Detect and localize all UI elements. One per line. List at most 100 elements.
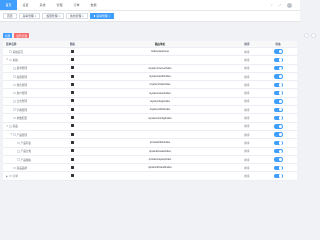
- topnav-item[interactable]: 数据: [85, 0, 102, 10]
- topnav-item[interactable]: 设置: [17, 0, 34, 10]
- row-checkbox[interactable]: [9, 50, 12, 53]
- topnav-item[interactable]: 首页: [0, 0, 17, 10]
- row-checkbox[interactable]: [13, 133, 16, 136]
- path-cell: /system/log/index: [149, 99, 171, 103]
- refresh-icon[interactable]: [311, 33, 316, 38]
- status-switch[interactable]: [273, 165, 283, 170]
- status-switch[interactable]: [273, 149, 283, 154]
- header-name: 菜单名称: [6, 43, 17, 46]
- status-switch[interactable]: [273, 173, 283, 179]
- path-cell: /system/dict/index: [149, 108, 171, 112]
- right-toolbar: [304, 33, 316, 38]
- table-row[interactable]: 权限管理/system/auth/index 排序: [3, 73, 297, 82]
- table-row[interactable]: ▼ 商品 排序: [3, 123, 297, 131]
- tag-label: 菜单管理: [96, 14, 108, 18]
- row-checkbox[interactable]: [13, 166, 16, 170]
- row-checkbox[interactable]: [13, 116, 16, 120]
- table-row[interactable]: 角色管理/system/role/index 排序: [3, 81, 297, 90]
- status-switch[interactable]: [273, 107, 283, 112]
- menu-icon: [71, 107, 74, 111]
- row-checkbox[interactable]: [13, 75, 16, 78]
- status-cell: [259, 149, 297, 154]
- icon-cell: [60, 165, 85, 170]
- tags-view: 首页 菜单管理 × 权限管理 × 角色管理 × 菜单管理 ×: [0, 11, 300, 22]
- avatar[interactable]: [287, 2, 292, 8]
- row-checkbox[interactable]: [9, 58, 12, 62]
- table-row[interactable]: 字典管理/system/dict/index 排序: [3, 106, 297, 115]
- status-switch[interactable]: [273, 49, 283, 54]
- order-cell: 排序: [244, 117, 250, 121]
- close-icon[interactable]: ×: [35, 15, 37, 18]
- status-switch[interactable]: [273, 82, 283, 88]
- status-switch[interactable]: [273, 74, 283, 79]
- topnav-item[interactable]: 订单: [68, 0, 85, 10]
- close-icon[interactable]: ×: [109, 15, 111, 18]
- row-checkbox[interactable]: [13, 108, 16, 112]
- expand-collapse-button[interactable]: 展开/折叠: [14, 33, 30, 38]
- table-row[interactable]: 日志管理/system/log/index 排序: [3, 98, 297, 107]
- order-cell: 排序: [244, 83, 250, 87]
- status-switch[interactable]: [273, 90, 283, 96]
- add-button[interactable]: 新增: [3, 33, 13, 38]
- order-cell: 排序: [244, 150, 250, 154]
- row-checkbox[interactable]: [13, 91, 16, 95]
- name-cell: 系统首页: [3, 50, 60, 54]
- name-cell: 产品分类: [3, 149, 60, 153]
- icon-cell: [60, 132, 85, 137]
- menu-name: 订单: [12, 175, 18, 179]
- order-cell: 排序: [244, 125, 250, 129]
- path-cell: /index/welcome: [151, 50, 169, 54]
- topnav-item[interactable]: 系统: [34, 0, 51, 10]
- status-switch[interactable]: [273, 140, 283, 146]
- row-checkbox[interactable]: [9, 174, 12, 178]
- status-switch[interactable]: [273, 157, 283, 162]
- status-switch[interactable]: [273, 99, 283, 104]
- tag-item[interactable]: 首页: [3, 13, 17, 19]
- icon-cell: [60, 116, 85, 120]
- status-switch[interactable]: [273, 132, 283, 137]
- tag-item[interactable]: 角色管理 ×: [66, 13, 88, 19]
- table-row[interactable]: ▼ 产品管理 排序: [3, 131, 297, 140]
- table-row[interactable]: 系统首页/index/welcome 排序: [3, 48, 297, 57]
- table-row[interactable]: ▼ 系统 排序: [3, 56, 297, 65]
- search-icon[interactable]: ⌕: [271, 3, 273, 7]
- row-checkbox[interactable]: [17, 158, 20, 161]
- table-row[interactable]: 菜单管理/system/menu/index 排序: [3, 65, 297, 73]
- row-checkbox[interactable]: [13, 100, 16, 103]
- menu-icon: [71, 82, 74, 86]
- status-cell: [259, 99, 297, 104]
- table-row[interactable]: 产品列表/product/list/index 排序: [3, 139, 297, 148]
- row-checkbox[interactable]: [9, 125, 12, 128]
- close-icon[interactable]: ×: [59, 15, 61, 18]
- order-cell: 排序: [244, 108, 250, 112]
- tag-label: 角色管理: [70, 14, 82, 18]
- tag-item[interactable]: 权限管理 ×: [42, 13, 65, 19]
- tag-item[interactable]: 菜单管理 ×: [18, 13, 41, 19]
- status-switch[interactable]: [273, 66, 283, 71]
- table-body: 系统首页/index/welcome 排序 ▼ 系统 排序 菜单管理/system/men…: [3, 48, 297, 181]
- table-row[interactable]: 商品品牌/product/brand/index 排序: [3, 164, 297, 173]
- table-row[interactable]: 参数配置/system/config/index 排序: [3, 114, 297, 123]
- table-row[interactable]: ▶ 订单 排序: [3, 172, 297, 181]
- tag-item-active[interactable]: 菜单管理 ×: [89, 13, 115, 19]
- status-cell: [259, 157, 297, 162]
- status-cell: [259, 49, 297, 54]
- table-row[interactable]: 用户管理/system/user/index 排序: [3, 89, 297, 98]
- search-toggle-icon[interactable]: [304, 33, 309, 38]
- menu-name: 字典管理: [16, 108, 27, 112]
- table-toolbar: 新增 展开/折叠: [3, 33, 30, 38]
- status-cell: [259, 140, 297, 146]
- status-switch[interactable]: [273, 57, 283, 63]
- topnav-item[interactable]: 管理: [51, 0, 68, 10]
- row-checkbox[interactable]: [13, 66, 16, 70]
- table-row[interactable]: 产品规格/product/spec/index 排序: [3, 156, 297, 165]
- fullscreen-icon[interactable]: ⤢: [279, 3, 281, 7]
- close-icon[interactable]: ×: [82, 15, 84, 18]
- status-switch[interactable]: [273, 115, 283, 121]
- tag-label: 首页: [7, 14, 13, 18]
- row-checkbox[interactable]: [17, 141, 20, 145]
- status-switch[interactable]: [273, 124, 283, 129]
- row-checkbox[interactable]: [13, 83, 16, 87]
- table-row[interactable]: 产品分类/product/cate/index 排序: [3, 148, 297, 156]
- row-checkbox[interactable]: [17, 149, 20, 153]
